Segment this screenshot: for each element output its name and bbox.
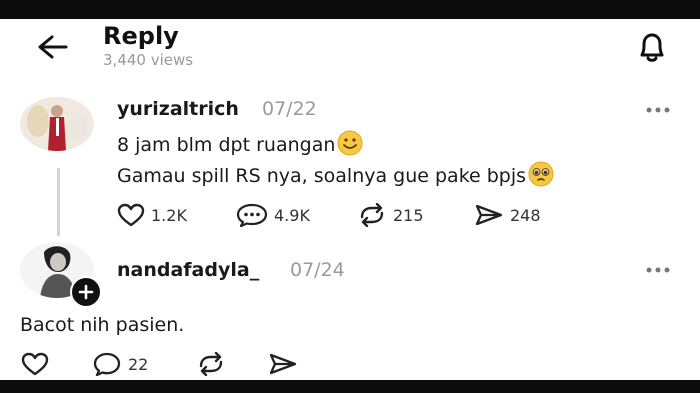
plus-icon (78, 284, 94, 300)
thread-line (57, 168, 60, 236)
bell-icon[interactable] (634, 30, 670, 64)
avatar[interactable] (20, 97, 94, 151)
comment-icon (236, 203, 268, 227)
post-text-line-2: Gamau spill RS nya, soalnya gue pake bpj… (117, 161, 554, 187)
reply-date: 07/24 (290, 259, 345, 281)
reply-like-action[interactable] (20, 352, 56, 376)
heart-icon (117, 203, 145, 227)
send-icon (269, 353, 297, 375)
more-dots-icon[interactable] (645, 266, 671, 274)
bottom-frame-bar (0, 380, 700, 393)
post-text-line-1: 8 jam blm dpt ruangan (117, 130, 363, 156)
comment-count: 4.9K (274, 205, 310, 225)
reply-repost-action[interactable] (196, 352, 232, 376)
top-frame-bar (0, 0, 700, 19)
share-action[interactable]: 248 (474, 203, 541, 227)
post-date: 07/22 (262, 98, 317, 120)
comment-action[interactable]: 4.9K (236, 203, 310, 227)
reply-comment-count: 22 (128, 354, 149, 374)
pleading-emoji-icon (528, 161, 554, 187)
repost-action[interactable]: 215 (357, 203, 424, 227)
post-username[interactable]: yurizaltrich (117, 98, 239, 120)
view-count: 3,440 views (103, 51, 194, 69)
follow-plus-button[interactable] (70, 276, 102, 308)
like-count: 1.2K (151, 205, 187, 225)
repost-icon (360, 203, 384, 227)
smile-emoji-icon (337, 130, 363, 156)
share-count: 248 (510, 205, 541, 225)
repost-count: 215 (393, 205, 424, 225)
comment-icon (93, 352, 121, 376)
more-dots-icon[interactable] (645, 106, 671, 114)
repost-icon (199, 352, 223, 376)
like-action[interactable]: 1.2K (117, 203, 187, 227)
reply-username[interactable]: nandafadyla_ (117, 259, 259, 281)
send-icon (475, 204, 503, 226)
page-title: Reply (103, 22, 179, 50)
arrow-left-icon[interactable] (36, 33, 68, 61)
reply-comment-action[interactable]: 22 (92, 352, 148, 376)
reply-text: Bacot nih pasien. (20, 314, 185, 336)
heart-icon (21, 352, 49, 376)
reply-share-action[interactable] (268, 352, 304, 376)
